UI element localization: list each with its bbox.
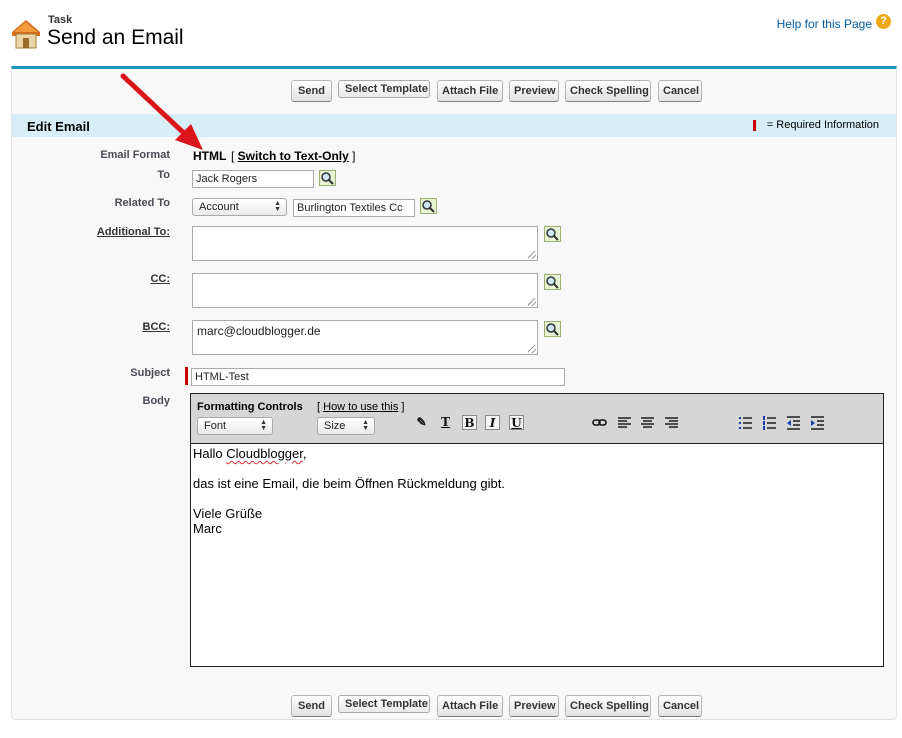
formatting-controls-title: Formatting Controls — [197, 401, 303, 413]
text-color-icon[interactable]: T — [437, 414, 454, 431]
additional-to-field[interactable] — [192, 226, 538, 261]
body-line: Marc — [193, 521, 222, 536]
select-arrows-icon: ▲ ▼ — [274, 200, 281, 213]
page-title: Send an Email — [47, 26, 184, 49]
cancel-button[interactable]: Cancel — [658, 695, 702, 717]
task-house-icon — [12, 20, 40, 49]
how-to-use-wrapper: [ How to use this ] — [317, 401, 404, 413]
how-to-use-link[interactable]: How to use this — [323, 401, 398, 413]
switch-to-text-only-link[interactable]: Switch to Text-Only — [238, 149, 349, 163]
body-line: das ist eine Email, die beim Öffnen Rück… — [193, 476, 505, 491]
additional-to-label[interactable]: Additional To: — [30, 226, 170, 238]
body-line: Viele Grüße — [193, 506, 263, 521]
related-to-label: Related To — [114, 197, 170, 209]
related-to-type-value: Account — [199, 201, 239, 213]
cancel-button[interactable]: Cancel — [658, 80, 702, 102]
font-select-value: Font — [204, 420, 227, 432]
lookup-magnifier-icon[interactable] — [544, 321, 561, 337]
highlight-color-icon[interactable]: ✎ — [413, 414, 430, 431]
select-arrows-icon: ▲ ▼ — [260, 419, 267, 432]
required-marker — [753, 120, 756, 131]
help-icon[interactable]: ? — [876, 14, 891, 29]
send-button[interactable]: Send — [291, 695, 332, 717]
indent-icon[interactable] — [809, 414, 826, 431]
resize-grip-icon[interactable] — [528, 298, 536, 306]
email-body-editor[interactable]: Hallo Cloudblogger, das ist eine Email, … — [193, 446, 505, 536]
to-label: To — [157, 169, 170, 181]
underline-icon[interactable]: U — [509, 415, 524, 430]
bottom-button-row: Send Select Template Attach File Preview… — [12, 695, 896, 719]
lookup-magnifier-icon[interactable] — [319, 170, 336, 186]
resize-grip-icon[interactable] — [528, 251, 536, 259]
rich-text-editor: Formatting Controls [ How to use this ] … — [190, 393, 884, 667]
related-to-field[interactable]: Burlington Textiles Cc — [293, 199, 415, 217]
greeting-word: Hallo — [193, 446, 223, 461]
bullet-list-icon[interactable] — [737, 414, 754, 431]
numbered-list-icon[interactable] — [761, 414, 778, 431]
cc-label[interactable]: CC: — [30, 273, 170, 285]
size-select[interactable]: Size ▲ ▼ — [317, 417, 375, 435]
switch-format-wrapper: [ Switch to Text-Only ] — [231, 149, 355, 163]
align-left-icon[interactable] — [616, 414, 633, 431]
lookup-magnifier-icon[interactable] — [544, 274, 561, 290]
help-link[interactable]: Help for this Page — [777, 17, 872, 31]
formatting-toolbar: Formatting Controls [ How to use this ] … — [191, 394, 883, 444]
attach-file-button[interactable]: Attach File — [437, 80, 503, 102]
required-legend: = Required Information — [766, 119, 879, 131]
greeting-punctuation: , — [302, 446, 307, 461]
body-label: Body — [142, 395, 171, 407]
select-template-button[interactable]: Select Template — [338, 80, 430, 98]
select-template-button[interactable]: Select Template — [338, 695, 430, 713]
check-spelling-button[interactable]: Check Spelling — [565, 695, 651, 717]
bcc-label[interactable]: BCC: — [30, 321, 171, 333]
font-select[interactable]: Font ▲ ▼ — [197, 417, 273, 435]
subject-label: Subject — [130, 367, 170, 379]
send-button[interactable]: Send — [291, 80, 332, 102]
outdent-icon[interactable] — [785, 414, 802, 431]
size-select-value: Size — [324, 420, 346, 432]
page-header: Task Send an Email Help for this Page ? — [0, 0, 902, 66]
object-label: Task — [48, 14, 73, 26]
bracket-close: ] — [398, 401, 405, 413]
to-field[interactable]: Jack Rogers — [192, 170, 314, 188]
lookup-magnifier-icon[interactable] — [420, 198, 437, 214]
preview-button[interactable]: Preview — [509, 80, 559, 102]
related-to-type-select[interactable]: Account ▲ ▼ — [192, 198, 287, 216]
bracket-open: [ — [231, 149, 238, 163]
align-center-icon[interactable] — [639, 414, 656, 431]
edit-email-panel: Send Select Template Attach File Preview… — [11, 66, 897, 720]
resize-grip-icon[interactable] — [528, 345, 536, 353]
attach-file-button[interactable]: Attach File — [437, 695, 503, 717]
bcc-field[interactable]: marc@cloudblogger.de — [192, 320, 538, 355]
bcc-value: marc@cloudblogger.de — [197, 324, 321, 338]
misspelled-word: Cloudblogger — [226, 446, 303, 461]
lookup-magnifier-icon[interactable] — [544, 226, 561, 242]
body-line: Hallo Cloudblogger, — [193, 446, 505, 461]
cc-field[interactable] — [192, 273, 538, 308]
required-indicator — [185, 367, 188, 385]
preview-button[interactable]: Preview — [509, 695, 559, 717]
section-title: Edit Email — [27, 119, 90, 134]
bracket-close: ] — [348, 149, 356, 163]
align-right-icon[interactable] — [663, 414, 680, 431]
italic-icon[interactable]: I — [485, 415, 500, 430]
select-arrows-icon: ▲ ▼ — [362, 419, 369, 432]
link-icon[interactable] — [591, 414, 608, 431]
check-spelling-button[interactable]: Check Spelling — [565, 80, 651, 102]
bold-icon[interactable]: B — [462, 415, 477, 430]
subject-field[interactable]: HTML-Test — [191, 368, 565, 386]
annotation-arrow-icon — [120, 73, 203, 150]
